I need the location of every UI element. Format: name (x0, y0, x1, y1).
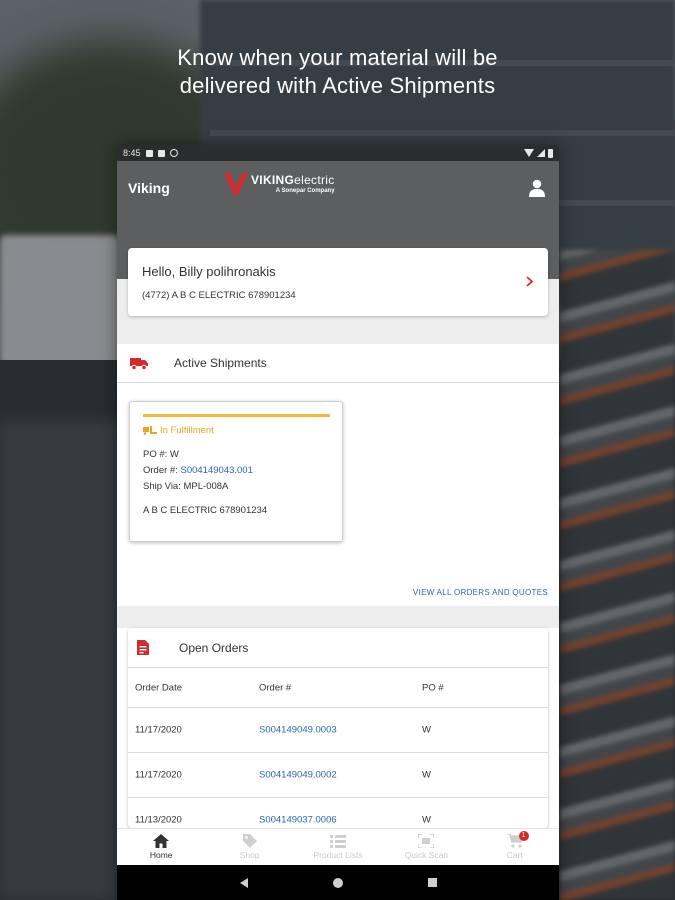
open-orders-title: Open Orders (179, 640, 249, 655)
home-icon (153, 834, 170, 848)
account-info: (4772) A B C ELECTRIC 678901234 (142, 290, 296, 301)
back-icon[interactable] (239, 877, 248, 888)
shipment-order-link[interactable]: S004149043.001 (181, 465, 253, 476)
nav-home-label: Home (149, 850, 173, 860)
open-orders-card: Open Orders Order Date Order # PO # 11/1… (128, 628, 548, 828)
nav-shop-label: Shop (239, 850, 260, 860)
brand-light: electric (294, 173, 335, 187)
status-progress-bar (143, 414, 330, 417)
app-bar: Viking VIKINGelectric A Sonepar Company (117, 161, 559, 219)
list-icon (330, 834, 347, 848)
col-po-number: PO # (422, 682, 444, 693)
col-order-number: Order # (259, 682, 292, 693)
recents-icon[interactable] (427, 878, 437, 887)
shipment-order-label: Order #: (143, 465, 181, 476)
chevron-right-icon (526, 274, 534, 290)
order-po: W (422, 724, 431, 736)
shipment-ship-via: Ship Via: MPL-008A (143, 481, 229, 492)
table-row[interactable]: 11/13/2020 S004149037.0006 W (128, 798, 548, 828)
nav-cart[interactable]: 1 Cart (471, 829, 559, 865)
table-row[interactable]: 11/17/2020 S004149049.0003 W (128, 708, 548, 753)
cart-badge: 1 (518, 831, 529, 841)
greeting-text: Hello, Billy polihronakis (142, 264, 276, 279)
headline-line-1: Know when your material will be (177, 45, 498, 70)
device-screen: 8:45 Viking VIKINGelectric A Sonepar Com… (117, 145, 559, 900)
order-po: W (422, 769, 431, 781)
nav-home[interactable]: Home (117, 829, 205, 865)
view-all-orders-link[interactable]: VIEW ALL ORDERS AND QUOTES (413, 588, 548, 597)
document-icon (137, 640, 157, 655)
table-row[interactable]: 11/17/2020 S004149049.0002 W (128, 753, 548, 798)
brand-tagline: A Sonepar Company (275, 188, 335, 194)
shipment-po: PO #: W (143, 449, 179, 460)
shipment-status-label: In Fulfillment (160, 425, 214, 436)
notification-icon (145, 149, 153, 157)
active-shipments-header: Active Shipments (117, 344, 559, 383)
order-number-link[interactable]: S004149049.0002 (259, 770, 337, 781)
order-date: 11/17/2020 (135, 724, 182, 736)
battery-icon (548, 148, 553, 158)
greeting-card[interactable]: Hello, Billy polihronakis (4772) A B C E… (128, 248, 548, 316)
status-bar: 8:45 (117, 145, 559, 161)
home-circle-icon[interactable] (332, 877, 343, 888)
order-date: 11/13/2020 (135, 814, 182, 826)
active-shipments-section: Active Shipments In Fulfillment PO #: W … (117, 344, 559, 606)
nav-product-lists-label: Product Lists (313, 849, 363, 860)
headline-line-2: delivered with Active Shipments (179, 73, 496, 98)
viking-electric-logo: VIKINGelectric A Sonepar Company (224, 173, 335, 195)
truck-icon (130, 357, 150, 370)
open-orders-header: Open Orders (128, 628, 548, 668)
active-shipments-title: Active Shipments (174, 356, 267, 370)
signal-icon (537, 149, 545, 157)
order-date: 11/17/2020 (135, 769, 182, 781)
col-order-date: Order Date (135, 682, 182, 693)
order-po: W (422, 814, 431, 826)
order-number-link[interactable]: S004149049.0003 (259, 725, 337, 736)
shipment-customer: A B C ELECTRIC 678901234 (143, 505, 268, 516)
brand-bold: VIKING (251, 173, 295, 187)
app-title: Viking (128, 180, 170, 196)
sd-card-icon (157, 149, 165, 157)
clock: 8:45 (123, 148, 141, 158)
scan-icon (418, 834, 435, 848)
bottom-navigation: Home Shop Product Lists Quick Scan 1 Car… (117, 828, 559, 865)
nav-quick-scan[interactable]: Quick Scan (382, 829, 470, 865)
system-navigation-bar (117, 865, 559, 900)
section-divider (117, 606, 559, 628)
order-number-link[interactable]: S004149037.0006 (259, 815, 337, 826)
wifi-icon (524, 149, 534, 157)
sync-icon (169, 149, 178, 157)
viking-v-icon (224, 173, 248, 195)
account-icon[interactable] (529, 179, 545, 197)
promo-headline: Know when your material will be delivere… (0, 44, 675, 100)
nav-product-lists[interactable]: Product Lists (294, 829, 382, 865)
nav-quick-scan-label: Quick Scan (404, 850, 449, 860)
tag-icon (242, 834, 257, 848)
nav-cart-label: Cart (506, 850, 523, 860)
shipment-card[interactable]: In Fulfillment PO #: W Order #: S0041490… (129, 401, 343, 542)
shipment-status: In Fulfillment (143, 425, 214, 436)
orders-table-header: Order Date Order # PO # (128, 668, 548, 708)
nav-shop[interactable]: Shop (205, 829, 293, 865)
forklift-icon (143, 426, 157, 435)
shipment-order: Order #: S004149043.001 (143, 465, 253, 476)
